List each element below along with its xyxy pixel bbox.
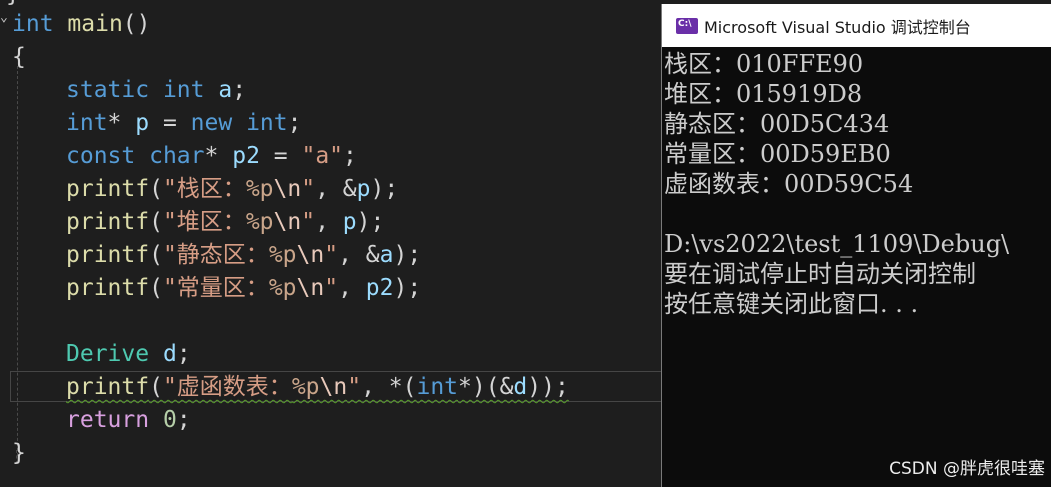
escape-sequence: \n bbox=[273, 176, 302, 202]
semicolon: ; bbox=[287, 110, 302, 136]
code-line-return[interactable]: return 0; bbox=[12, 404, 662, 437]
open-brace: { bbox=[12, 44, 26, 70]
warning-squiggle[interactable]: printf("虚函数表：%p\n", *(int*)(&d)); bbox=[66, 374, 569, 400]
code-line-static[interactable]: static int a; bbox=[12, 74, 662, 107]
keyword-int: int bbox=[416, 374, 459, 400]
string-literal: "栈区： bbox=[162, 176, 246, 202]
code-line-printf-stack[interactable]: printf("栈区：%p\n", &p); bbox=[12, 173, 662, 206]
code-line-printf-static[interactable]: printf("静态区：%p\n", &a); bbox=[12, 239, 662, 272]
variable-a: a bbox=[379, 242, 394, 268]
debug-console-window[interactable]: C:\ Microsoft Visual Studio 调试控制台 栈区：010… bbox=[661, 4, 1051, 487]
format-specifier: %p bbox=[291, 374, 320, 400]
keyword-int: int bbox=[66, 110, 108, 136]
pointer-star: * bbox=[107, 110, 122, 136]
format-specifier: %p bbox=[245, 209, 274, 235]
keyword-int: int bbox=[162, 77, 205, 103]
code-line-close-brace[interactable]: } bbox=[12, 437, 662, 470]
code-editor[interactable]: } ⌄ int main() { static int a; int* p = … bbox=[0, 0, 662, 487]
format-specifier: %p bbox=[268, 275, 297, 301]
format-specifier: %p bbox=[245, 176, 274, 202]
code-line-printf-const[interactable]: printf("常量区：%p\n", p2); bbox=[12, 272, 662, 305]
console-line: 栈区：010FFE90 bbox=[664, 50, 864, 78]
fold-chevron-icon[interactable]: ⌄ bbox=[0, 10, 8, 25]
code-line-signature[interactable]: int main() bbox=[12, 8, 662, 41]
keyword-return: return bbox=[66, 407, 150, 433]
function-printf: printf bbox=[66, 209, 150, 235]
semicolon: ; bbox=[232, 77, 247, 103]
console-output[interactable]: 栈区：010FFE90 堆区：015919D8 静态区：00D5C434 常量区… bbox=[662, 47, 1051, 319]
string-literal: "a" bbox=[301, 143, 344, 169]
escape-sequence: \n bbox=[296, 242, 325, 268]
variable-p: p bbox=[342, 209, 357, 235]
escape-sequence: \n bbox=[273, 209, 302, 235]
console-title: Microsoft Visual Studio 调试控制台 bbox=[704, 17, 971, 37]
escape-sequence: \n bbox=[296, 275, 325, 301]
keyword-int: int bbox=[12, 11, 54, 37]
type-derive: Derive bbox=[66, 341, 150, 367]
variable-p2: p2 bbox=[365, 275, 394, 301]
code-line-derive[interactable]: Derive d; bbox=[12, 338, 662, 371]
string-literal: "虚函数表： bbox=[162, 374, 292, 400]
code-line-new[interactable]: int* p = new int; bbox=[12, 107, 662, 140]
function-printf: printf bbox=[66, 242, 150, 268]
function-printf: printf bbox=[66, 275, 150, 301]
string-literal: "堆区： bbox=[162, 209, 246, 235]
keyword-char: char bbox=[149, 143, 205, 169]
console-line: D:\vs2022\test_1109\Debug\ bbox=[664, 230, 1010, 258]
watermark: CSDN @胖虎很哇塞 bbox=[889, 459, 1045, 479]
function-name-main: main bbox=[67, 11, 123, 37]
semicolon: ; bbox=[343, 143, 357, 169]
console-line: 静态区：00D5C434 bbox=[664, 110, 890, 138]
console-line: 要在调试停止时自动关闭控制 bbox=[664, 260, 976, 288]
variable-d: d bbox=[513, 374, 528, 400]
pointer-star: * bbox=[204, 143, 219, 169]
function-printf: printf bbox=[66, 374, 150, 400]
code-line-printf-heap[interactable]: printf("堆区：%p\n", p); bbox=[12, 206, 662, 239]
console-titlebar[interactable]: C:\ Microsoft Visual Studio 调试控制台 bbox=[662, 4, 1051, 47]
format-specifier: %p bbox=[268, 242, 297, 268]
variable-a: a bbox=[218, 77, 233, 103]
console-app-icon: C:\ bbox=[676, 17, 698, 34]
console-line: 按任意键关闭此窗口. . . bbox=[664, 290, 919, 318]
variable-d: d bbox=[162, 341, 177, 367]
function-printf: printf bbox=[66, 176, 150, 202]
code-line-const[interactable]: const char* p2 = "a"; bbox=[12, 140, 662, 173]
console-line: 虚函数表：00D59C54 bbox=[664, 170, 914, 198]
escape-sequence: \n bbox=[319, 374, 348, 400]
assign-operator: = bbox=[259, 143, 302, 169]
code-line-printf-vtable[interactable]: printf("虚函数表：%p\n", *(int*)(&d)); bbox=[12, 371, 662, 404]
code-line-blank[interactable] bbox=[12, 305, 662, 338]
parens: () bbox=[122, 11, 151, 37]
keyword-const: const bbox=[66, 143, 136, 169]
keyword-static: static bbox=[66, 77, 150, 103]
code-line-open-brace[interactable]: { bbox=[12, 41, 662, 74]
assign-operator: = bbox=[149, 110, 191, 136]
variable-p: p bbox=[356, 176, 371, 202]
keyword-new: new bbox=[190, 110, 233, 136]
string-literal: "静态区： bbox=[162, 242, 269, 268]
variable-p2: p2 bbox=[232, 143, 260, 169]
number-literal: 0 bbox=[162, 407, 177, 433]
console-line: 堆区：015919D8 bbox=[664, 80, 863, 108]
keyword-int: int bbox=[246, 110, 288, 136]
string-literal: "常量区： bbox=[162, 275, 269, 301]
variable-p: p bbox=[135, 110, 150, 136]
close-brace: } bbox=[12, 440, 26, 466]
console-line: 常量区：00D59EB0 bbox=[664, 140, 891, 168]
code-lines: int main() { static int a; int* p = new … bbox=[12, 8, 662, 470]
